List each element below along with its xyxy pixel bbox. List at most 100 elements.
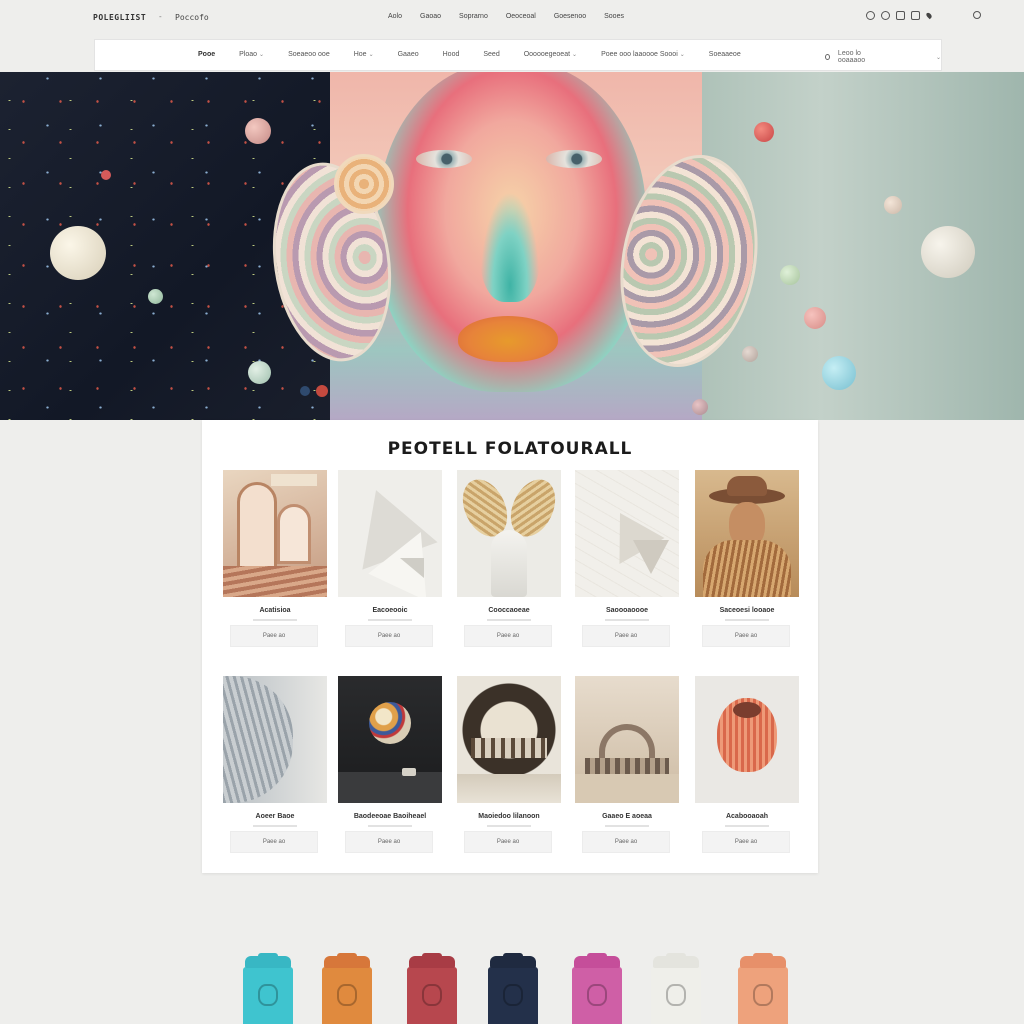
gallery-title: PEOTELL FOLATOURALL	[387, 439, 633, 459]
grey-hair	[223, 676, 293, 803]
user-icon[interactable]	[973, 11, 981, 19]
view-button[interactable]: Paee ao	[345, 625, 433, 647]
artwork-meta	[368, 619, 412, 621]
artwork-thumbnail[interactable]	[575, 470, 679, 597]
sphere	[300, 386, 310, 396]
artwork-meta	[605, 619, 649, 621]
cup-knob	[666, 953, 686, 959]
artwork-title: Aoeer Baoe	[255, 813, 295, 820]
mail-icon[interactable]	[911, 11, 920, 20]
artwork-thumbnail[interactable]	[338, 676, 442, 803]
view-button[interactable]: Paee ao	[702, 831, 790, 853]
top-link[interactable]: Soprarno	[459, 13, 488, 20]
cup	[570, 953, 624, 1024]
ground	[457, 774, 561, 803]
cup	[320, 953, 374, 1024]
gallery-item[interactable]: Aoeer Baoe Paee ao	[223, 676, 333, 856]
floor	[338, 772, 442, 803]
view-button[interactable]: Paee ao	[230, 625, 318, 647]
nav-item[interactable]: Poee ooo laaoooe Soooi ⌄	[601, 51, 685, 58]
cup	[486, 953, 540, 1024]
logo-icon	[422, 984, 442, 1006]
artwork-meta	[605, 825, 649, 827]
paper-fold	[633, 540, 669, 574]
nav-search[interactable]: Leoo lo ooaaaoo ⌄	[825, 50, 941, 64]
cup	[241, 953, 295, 1024]
fruit-top	[733, 702, 761, 718]
cup	[649, 953, 703, 1024]
brand-name[interactable]: POLEGLIIST	[93, 13, 146, 22]
pin-icon[interactable]	[925, 11, 933, 20]
artwork-thumbnail[interactable]	[695, 470, 799, 597]
right-eye	[546, 150, 602, 168]
gallery-item[interactable]: Saceoesi looaoe Paee ao	[695, 470, 805, 650]
artwork-thumbnail[interactable]	[695, 676, 799, 803]
nav-item[interactable]: Soeaeoo ooe	[288, 51, 330, 58]
nav-item[interactable]: Seed	[483, 51, 499, 58]
white-figure	[491, 530, 527, 597]
top-link[interactable]: Goesenoo	[554, 13, 586, 20]
gallery-item[interactable]: Maoiedoo lilanoon Paee ao	[457, 676, 567, 856]
view-button[interactable]: Paee ao	[582, 831, 670, 853]
sphere	[248, 361, 271, 384]
top-link[interactable]: Oeoceoal	[506, 13, 536, 20]
gallery-item[interactable]: Eacoeooic Paee ao	[338, 470, 448, 650]
gallery-item[interactable]: Baodeeoae Baoiheael Paee ao	[338, 676, 448, 856]
nav-item[interactable]: Gaaeo	[398, 51, 419, 58]
sphere	[754, 122, 774, 142]
gallery-item[interactable]: Acatisioa Paee ao	[223, 470, 333, 650]
artwork-thumbnail[interactable]	[223, 676, 327, 803]
chevron-down-icon: ⌄	[368, 52, 374, 58]
sphere	[884, 196, 902, 214]
view-button[interactable]: Paee ao	[464, 625, 552, 647]
chevron-down-icon: ⌄	[259, 52, 265, 58]
chevron-down-icon: ⌄	[679, 52, 685, 58]
nav-items: Pooe Ploao ⌄ Soeaeoo ooe Hoe ⌄ Gaaeo Hood …	[198, 51, 741, 58]
gallery-item[interactable]: Saoooaoooe Paee ao	[575, 470, 685, 650]
logo-icon	[753, 984, 773, 1006]
nav-item[interactable]: Hood	[443, 51, 460, 58]
gallery-item[interactable]: Gaaeo E aoeaa Paee ao	[575, 676, 685, 856]
top-icons	[866, 11, 933, 20]
search-icon[interactable]	[825, 54, 830, 60]
top-link[interactable]: Gaoao	[420, 13, 441, 20]
main-nav: Pooe Ploao ⌄ Soeaeoo ooe Hoe ⌄ Gaaeo Hood …	[94, 39, 942, 71]
chat-icon[interactable]	[866, 11, 875, 20]
logo-icon	[666, 984, 686, 1006]
artwork-meta	[487, 619, 531, 621]
hat-crown	[727, 476, 767, 496]
grid-icon[interactable]	[896, 11, 905, 20]
nav-item[interactable]: Soeaaeoe	[709, 51, 741, 58]
settings-icon[interactable]	[881, 11, 890, 20]
artwork-thumbnail[interactable]	[338, 470, 442, 597]
view-button[interactable]: Paee ao	[464, 831, 552, 853]
brand-separator: -	[159, 12, 162, 21]
nav-item[interactable]: Oooooegeoeat ⌄	[524, 51, 577, 58]
artwork-title: Acabooaoah	[725, 813, 768, 820]
artwork-title: Saceoesi looaoe	[719, 607, 775, 614]
gallery-item[interactable]: Cooccaoeae Paee ao	[457, 470, 567, 650]
artwork-thumbnail[interactable]	[223, 470, 327, 597]
sphere	[921, 226, 975, 278]
gallery-item[interactable]: Acabooaoah Paee ao	[695, 676, 805, 856]
view-button[interactable]: Paee ao	[345, 831, 433, 853]
chevron-down-icon[interactable]: ⌄	[936, 54, 941, 61]
brand-subtitle: Poccofo	[175, 13, 209, 22]
view-button[interactable]: Paee ao	[702, 625, 790, 647]
nav-item[interactable]: Hoe ⌄	[354, 51, 374, 58]
view-button[interactable]: Paee ao	[582, 625, 670, 647]
top-link[interactable]: Sooes	[604, 13, 624, 20]
sphere	[148, 289, 163, 304]
top-link[interactable]: Aolo	[388, 13, 402, 20]
cup-knob	[503, 953, 523, 959]
cup-knob	[422, 953, 442, 959]
nav-item-home[interactable]: Pooe	[198, 51, 215, 58]
artwork-thumbnail[interactable]	[457, 676, 561, 803]
search-input[interactable]: Leoo lo ooaaaoo	[838, 50, 876, 64]
figures	[471, 738, 547, 758]
nav-item[interactable]: Ploao ⌄	[239, 51, 264, 58]
artwork-thumbnail[interactable]	[575, 676, 679, 803]
artwork-thumbnail[interactable]	[457, 470, 561, 597]
hero-banner	[0, 72, 1024, 420]
view-button[interactable]: Paee ao	[230, 831, 318, 853]
